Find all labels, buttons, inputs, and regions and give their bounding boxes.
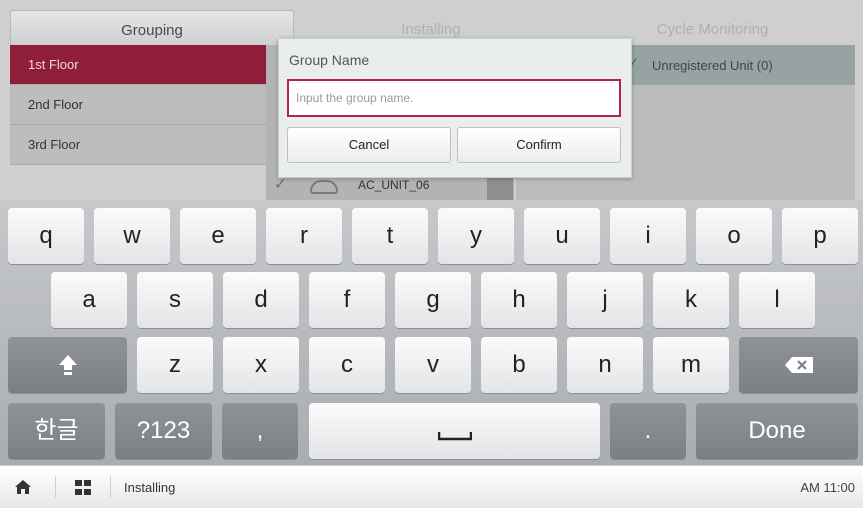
key-z[interactable]: z	[137, 337, 213, 393]
symbols-key[interactable]: ?123	[115, 403, 212, 459]
confirm-button[interactable]: Confirm	[457, 127, 621, 163]
air-conditioner-icon	[310, 180, 338, 194]
key-label: m	[681, 351, 701, 378]
key-b[interactable]: b	[481, 337, 557, 393]
divider	[55, 476, 56, 498]
key-label: i	[645, 222, 651, 249]
key-g[interactable]: g	[395, 272, 471, 328]
language-key[interactable]: 한글	[8, 403, 105, 459]
backspace-icon	[784, 357, 813, 373]
space-bar-icon	[437, 432, 472, 441]
key-label: r	[300, 222, 308, 249]
key-s[interactable]: s	[137, 272, 213, 328]
clock: AM 11:00	[800, 480, 855, 495]
key-label: p	[813, 222, 827, 249]
key-e[interactable]: e	[180, 208, 256, 264]
home-icon[interactable]	[14, 479, 32, 495]
key-label: v	[427, 351, 439, 378]
dialog-title: Group Name	[289, 52, 370, 68]
key-label: x	[255, 351, 267, 378]
key-label: e	[211, 222, 225, 249]
group-name-input[interactable]	[287, 79, 621, 117]
key-label: b	[512, 351, 526, 378]
key-label: l	[774, 286, 780, 313]
key-d[interactable]: d	[223, 272, 299, 328]
key-label: o	[727, 222, 741, 249]
key-t[interactable]: t	[352, 208, 428, 264]
comma-key[interactable]: ,	[222, 403, 298, 459]
key-a[interactable]: a	[51, 272, 127, 328]
period-key[interactable]: .	[610, 403, 686, 459]
status-bar: Installing AM 11:00	[0, 465, 863, 508]
key-i[interactable]: i	[610, 208, 686, 264]
key-label: c	[341, 351, 353, 378]
space-key[interactable]	[309, 403, 600, 459]
key-label: t	[386, 222, 394, 249]
key-v[interactable]: v	[395, 337, 471, 393]
key-label: q	[39, 222, 53, 249]
group-name-dialog: Group Name Cancel Confirm	[278, 38, 632, 178]
key-x[interactable]: x	[223, 337, 299, 393]
floor-item-1st[interactable]: 1st Floor	[10, 45, 292, 85]
key-label: a	[82, 286, 96, 313]
cancel-button[interactable]: Cancel	[287, 127, 451, 163]
key-m[interactable]: m	[653, 337, 729, 393]
key-h[interactable]: h	[481, 272, 557, 328]
key-label: g	[426, 286, 440, 313]
key-label: 한글	[34, 417, 79, 444]
key-l[interactable]: l	[739, 272, 815, 328]
divider	[110, 476, 111, 498]
key-label: ,	[256, 417, 264, 444]
key-j[interactable]: j	[567, 272, 643, 328]
unit-name: AC_UNIT_06	[358, 178, 430, 192]
key-label: y	[470, 222, 482, 249]
shift-key[interactable]	[8, 337, 127, 393]
key-label: w	[123, 222, 141, 249]
key-label: z	[169, 351, 181, 378]
floor-item-2nd[interactable]: 2nd Floor	[10, 85, 292, 125]
backspace-key[interactable]	[739, 337, 858, 393]
tab-grouping[interactable]: Grouping	[10, 10, 294, 45]
done-key[interactable]: Done	[696, 403, 858, 459]
key-y[interactable]: y	[438, 208, 514, 264]
key-label: h	[512, 286, 526, 313]
key-r[interactable]: r	[266, 208, 342, 264]
unregistered-unit-label: Unregistered Unit (0)	[652, 58, 773, 73]
key-k[interactable]: k	[653, 272, 729, 328]
key-label: f	[343, 286, 351, 313]
key-label: d	[254, 286, 268, 313]
key-u[interactable]: u	[524, 208, 600, 264]
grid-menu-icon[interactable]	[75, 480, 91, 495]
key-label: j	[602, 286, 608, 313]
floor-list: 1st Floor 2nd Floor 3rd Floor	[10, 45, 292, 165]
key-w[interactable]: w	[94, 208, 170, 264]
key-label: ?123	[136, 417, 191, 444]
key-label: u	[555, 222, 569, 249]
key-f[interactable]: f	[309, 272, 385, 328]
key-c[interactable]: c	[309, 337, 385, 393]
key-p[interactable]: p	[782, 208, 858, 264]
shift-arrow-icon	[58, 355, 77, 375]
key-label: .	[644, 417, 652, 444]
key-n[interactable]: n	[567, 337, 643, 393]
key-o[interactable]: o	[696, 208, 772, 264]
on-screen-keyboard: q w e r t y u i o p a s d f g h j k l z …	[0, 200, 863, 465]
key-label: k	[685, 286, 697, 313]
key-label: n	[598, 351, 612, 378]
floor-item-3rd[interactable]: 3rd Floor	[10, 125, 292, 165]
key-q[interactable]: q	[8, 208, 84, 264]
key-label: s	[169, 286, 181, 313]
current-section-label: Installing	[124, 480, 176, 495]
key-label: Done	[748, 417, 806, 444]
